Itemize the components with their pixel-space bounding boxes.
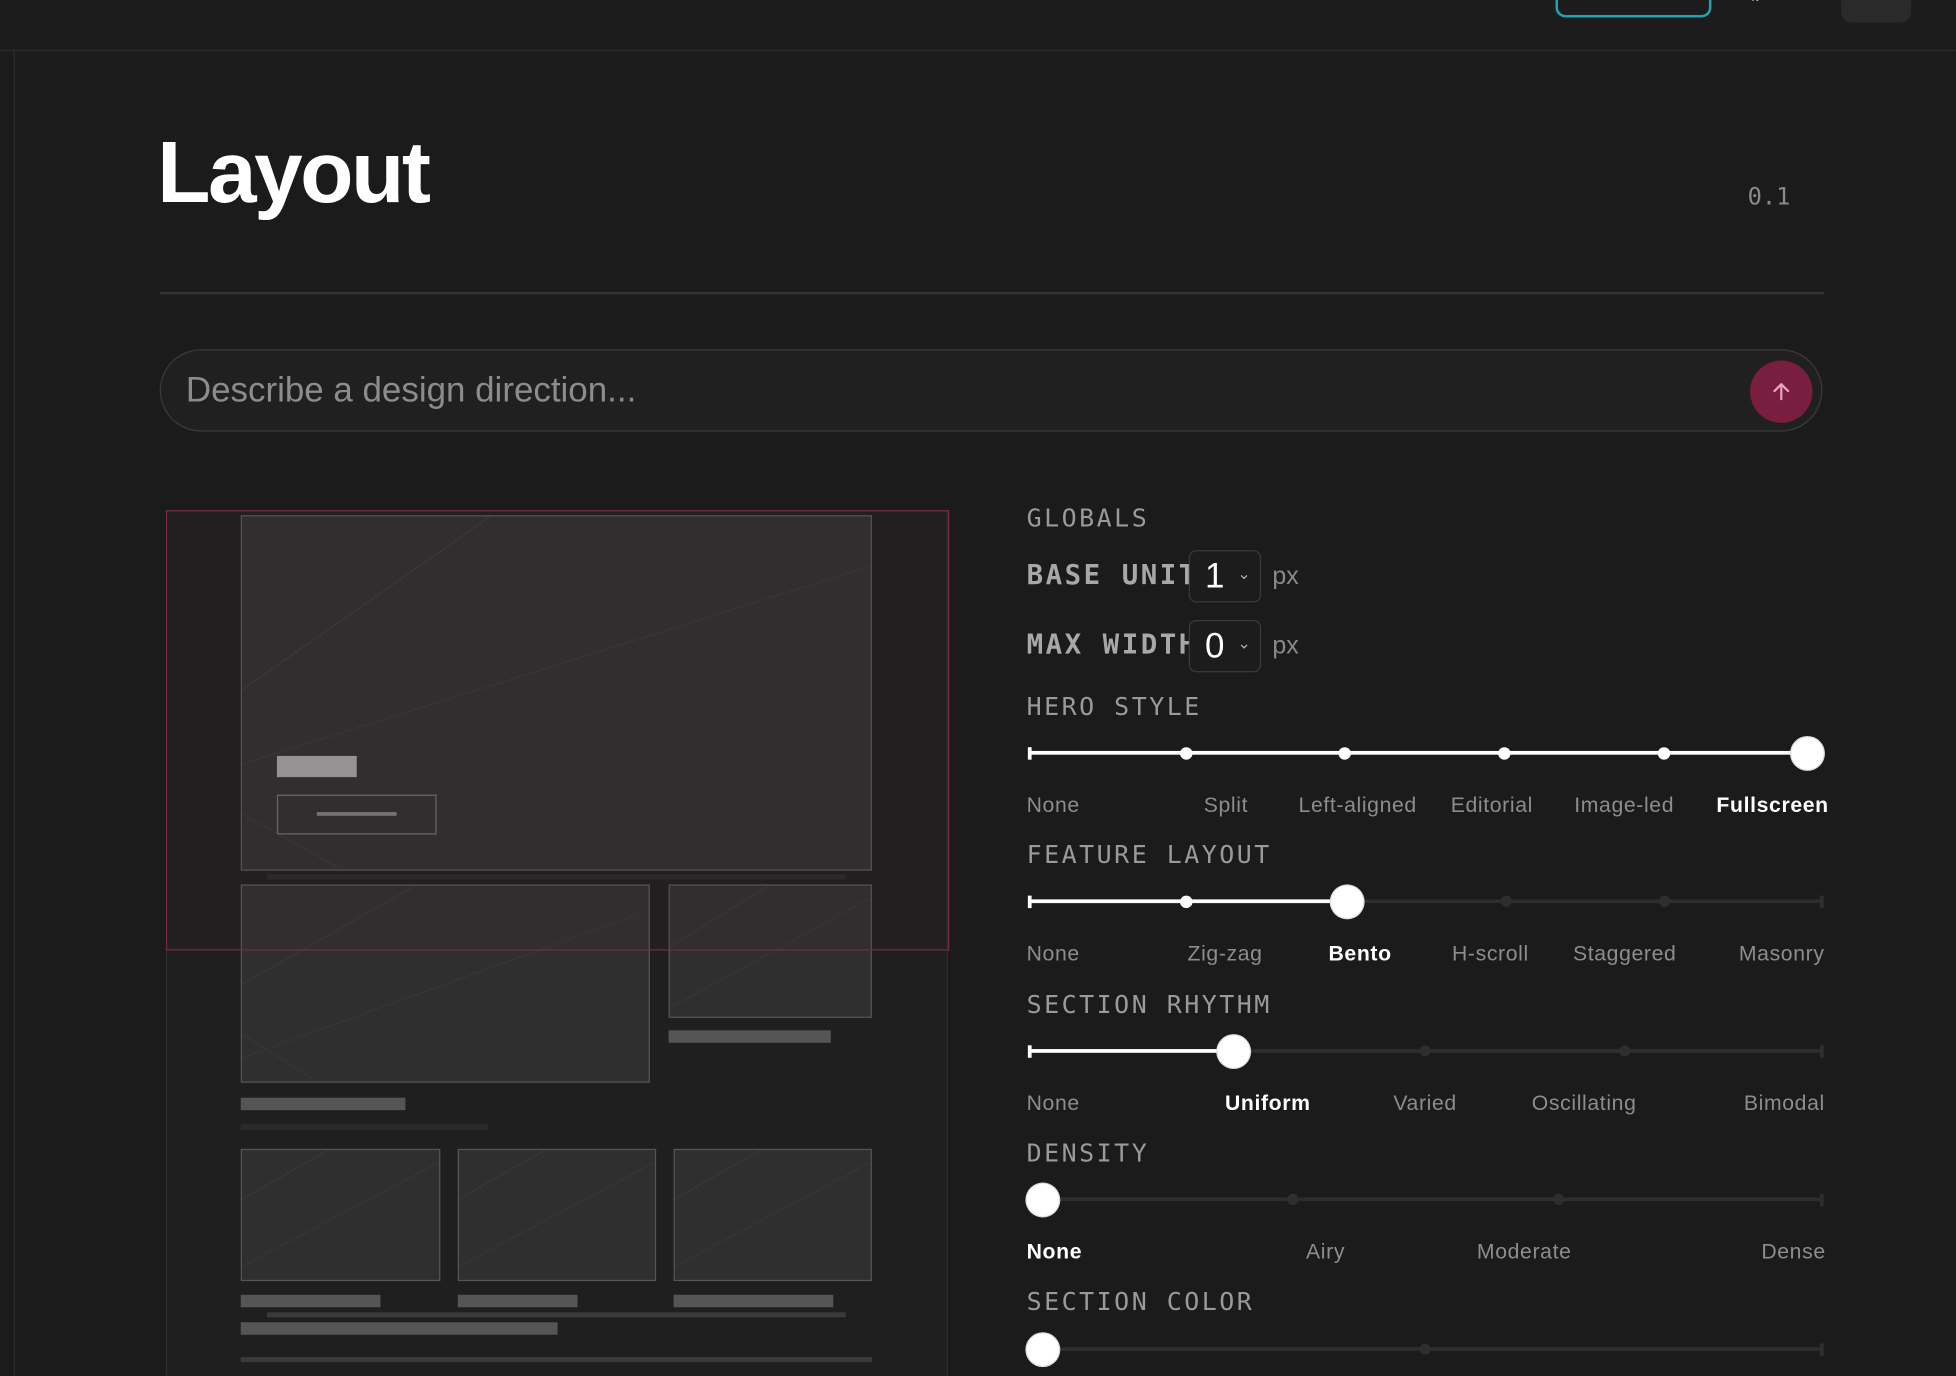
section-color-label: SECTION COLOR: [1026, 1286, 1255, 1317]
globals-heading: GLOBALS: [1026, 502, 1150, 533]
top-dark-button[interactable]: [1841, 0, 1912, 23]
wireframe-bento-large-subcaption: [240, 1123, 488, 1131]
design-direction-prompt: [159, 349, 1823, 432]
page-title: Layout: [157, 123, 431, 221]
feature-layout-option-h-scroll[interactable]: H-scroll: [1452, 942, 1529, 967]
wireframe-card-3: [673, 1148, 872, 1282]
top-toolbar-icon[interactable]: ⇅: [1749, 0, 1769, 5]
density-option-none[interactable]: None: [1027, 1240, 1083, 1265]
wireframe-card-2: [457, 1148, 657, 1282]
wireframe-card-3-caption: [673, 1294, 834, 1308]
wireframe-bottom-line: [240, 1357, 872, 1363]
feature-layout-label: FEATURE LAYOUT: [1026, 839, 1272, 870]
density-label: DENSITY: [1026, 1137, 1150, 1168]
wireframe-bento-small-caption: [668, 1030, 831, 1043]
base-unit-label: BASE UNIT: [1026, 560, 1198, 592]
hero-style-option-fullscreen[interactable]: Fullscreen: [1716, 793, 1828, 818]
feature-layout-option-none[interactable]: None: [1027, 942, 1080, 967]
design-direction-input[interactable]: [185, 365, 1746, 416]
chevron-down-icon: ⌄: [1237, 563, 1252, 583]
section-rhythm-option-varied[interactable]: Varied: [1393, 1091, 1456, 1116]
chevron-down-icon: ⌄: [1237, 633, 1252, 653]
density-option-dense[interactable]: Dense: [1761, 1240, 1825, 1265]
base-unit-unit: px: [1272, 562, 1299, 591]
wireframe-divider: [266, 1312, 846, 1318]
feature-layout-option-staggered[interactable]: Staggered: [1573, 942, 1676, 967]
hero-style-label: HERO STYLE: [1026, 691, 1202, 721]
feature-layout-option-zig-zag[interactable]: Zig-zag: [1188, 942, 1263, 967]
density-thumb[interactable]: [1026, 1183, 1060, 1216]
hero-style-thumb[interactable]: [1791, 736, 1824, 770]
feature-layout-thumb[interactable]: [1330, 885, 1364, 918]
section-rhythm-option-bimodal[interactable]: Bimodal: [1744, 1091, 1825, 1116]
wireframe-bento-large-caption: [240, 1097, 406, 1111]
base-unit-select[interactable]: 1 ⌄: [1188, 550, 1262, 603]
section-rhythm-option-uniform[interactable]: Uniform: [1225, 1091, 1311, 1116]
wireframe-card-2-caption: [457, 1294, 578, 1308]
arrow-up-icon: [1773, 383, 1790, 401]
wireframe-footer-bar: [240, 1322, 558, 1335]
send-button[interactable]: [1750, 360, 1813, 423]
hero-style-option-none[interactable]: None: [1027, 793, 1080, 818]
hero-style-option-image-led[interactable]: Image-led: [1574, 793, 1674, 818]
max-width-select[interactable]: 0 ⌄: [1188, 619, 1262, 673]
hero-style-option-left-aligned[interactable]: Left-aligned: [1299, 793, 1417, 818]
version-label: 0.1: [1747, 183, 1791, 211]
section-rhythm-option-oscillating[interactable]: Oscillating: [1532, 1091, 1637, 1116]
wireframe-bento-small: [668, 884, 872, 1018]
wireframe-card-1-caption: [240, 1294, 381, 1308]
section-color-thumb[interactable]: [1026, 1332, 1060, 1366]
max-width-value: 0: [1204, 626, 1225, 665]
feature-layout-option-masonry[interactable]: Masonry: [1739, 942, 1825, 967]
section-rhythm-option-none[interactable]: None: [1027, 1091, 1080, 1116]
density-option-airy[interactable]: Airy: [1306, 1240, 1345, 1265]
wireframe-hero-headline: [276, 755, 357, 778]
feature-layout-option-bento[interactable]: Bento: [1328, 942, 1391, 967]
density-option-moderate[interactable]: Moderate: [1477, 1240, 1572, 1265]
wireframe-card-1: [240, 1148, 441, 1282]
section-rhythm-thumb[interactable]: [1217, 1034, 1250, 1068]
base-unit-value: 1: [1204, 556, 1225, 596]
hero-style-option-split[interactable]: Split: [1204, 793, 1248, 818]
max-width-label: MAX WIDTH: [1026, 629, 1198, 662]
top-outline-button[interactable]: [1555, 0, 1712, 18]
wireframe-hero-cta: [276, 794, 437, 835]
header-divider: [159, 291, 1824, 295]
section-rhythm-label: SECTION RHYTHM: [1026, 989, 1272, 1020]
wireframe-bento-large: [240, 884, 650, 1083]
left-rail-divider: [13, 51, 15, 1376]
max-width-unit: px: [1272, 632, 1299, 660]
top-bar: ⇅: [0, 0, 1956, 52]
wireframe-hero-underline: [266, 874, 846, 880]
hero-style-option-editorial[interactable]: Editorial: [1451, 793, 1533, 818]
